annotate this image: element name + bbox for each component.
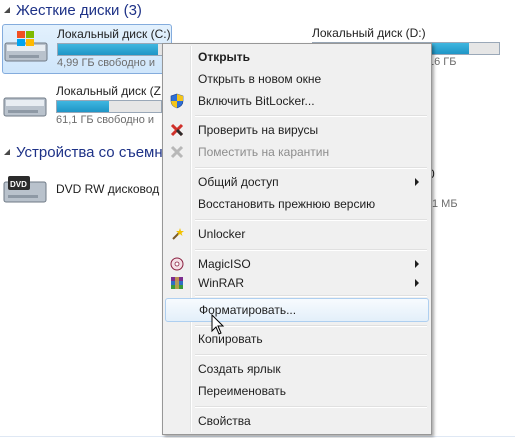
submenu-arrow-icon [415, 178, 419, 186]
drive-z[interactable]: Локальный диск (Z 61,1 ГБ свободно и [2, 82, 170, 128]
menu-item-unlocker[interactable]: Unlocker [165, 223, 429, 245]
menu-item-label: Копировать [198, 332, 263, 346]
submenu-arrow-icon [415, 279, 419, 287]
shield-icon [169, 93, 185, 109]
menu-item-label: Unlocker [198, 227, 246, 241]
hard-drive-icon [3, 97, 47, 117]
menu-item-label: Открыть [198, 50, 251, 64]
drive-c-usage-fill [58, 44, 159, 55]
menu-item-copy[interactable]: Копировать [165, 328, 429, 350]
menu-item-open[interactable]: Открыть [165, 46, 429, 68]
drive-z-name: Локальный диск (Z [56, 84, 161, 98]
menu-item-label: Создать ярлык [198, 362, 281, 376]
drive-c-name: Локальный диск (C:) [57, 27, 171, 41]
drive-z-usage-fill [57, 101, 109, 112]
quarantine-icon [169, 144, 185, 160]
removable-devices-header-label: Устройства со съемны [16, 143, 174, 161]
bottom-divider [0, 436, 515, 437]
menu-item-label: Проверить на вирусы [198, 123, 319, 137]
menu-item-label: Включить BitLocker... [198, 94, 315, 108]
dvd-drive-icon: DVD [3, 176, 47, 203]
disc-icon [169, 256, 185, 272]
winrar-icon [169, 275, 185, 291]
menu-item-label: MagicISO [198, 257, 251, 271]
menu-item-label: Поместить на карантин [198, 145, 330, 159]
menu-item-label: Открыть в новом окне [198, 72, 322, 86]
mouse-cursor-icon [211, 314, 225, 335]
menu-separator [195, 219, 427, 221]
drive-c-free: 4,99 ГБ свободно и [57, 57, 156, 69]
drive-d-name: Локальный диск (D:) [312, 26, 426, 40]
menu-item-label: WinRAR [198, 276, 245, 290]
drive-d-free: 16 ГБ [428, 56, 457, 68]
svg-text:DVD: DVD [10, 180, 27, 189]
drive-e-free: 1 МБ [432, 198, 458, 210]
hard-disks-header[interactable]: Жесткие диски (3) [0, 0, 142, 20]
menu-item-label: Общий доступ [198, 175, 279, 189]
menu-item-quarantine[interactable]: Поместить на карантин [165, 141, 429, 163]
menu-separator [195, 325, 427, 327]
drive-c[interactable]: Локальный диск (C:) 4,99 ГБ свободно и [2, 24, 172, 74]
menu-item-label: Восстановить прежнюю версию [198, 197, 376, 211]
hard-disks-header-label: Жесткие диски (3) [16, 1, 142, 19]
menu-separator [195, 167, 427, 169]
menu-item-winrar[interactable]: WinRAR [165, 272, 429, 294]
drive-c-usage-bar [57, 43, 167, 56]
menu-item-rename[interactable]: Переименовать [165, 380, 429, 402]
menu-item-scan-viruses[interactable]: Проверить на вирусы [165, 119, 429, 141]
menu-item-label: Свойства [198, 414, 251, 428]
wand-icon [169, 226, 185, 242]
dvd-drive-name: DVD RW дисковод ( [56, 182, 167, 196]
submenu-arrow-icon [415, 260, 419, 268]
antivirus-icon [169, 122, 185, 138]
menu-item-create-shortcut[interactable]: Создать ярлык [165, 358, 429, 380]
menu-item-bitlocker[interactable]: Включить BitLocker... [165, 90, 429, 112]
drive-z-usage-bar [56, 100, 162, 113]
menu-item-properties[interactable]: Свойства [165, 410, 429, 432]
menu-separator [195, 249, 427, 251]
collapse-arrow-icon[interactable] [2, 5, 12, 15]
removable-devices-header[interactable]: Устройства со съемны [0, 142, 173, 162]
menu-separator [195, 406, 427, 408]
menu-separator [195, 295, 427, 297]
menu-item-format[interactable]: Форматировать... [165, 298, 429, 322]
windows-drive-icon [4, 31, 48, 62]
context-menu: Открыть Открыть в новом окне Включить Bi… [162, 43, 432, 435]
menu-separator [195, 354, 427, 356]
menu-item-restore-version[interactable]: Восстановить прежнюю версию [165, 193, 429, 215]
menu-item-label: Переименовать [198, 384, 286, 398]
menu-item-open-new-window[interactable]: Открыть в новом окне [165, 68, 429, 90]
menu-separator [195, 115, 427, 117]
collapse-arrow-icon[interactable] [2, 147, 12, 157]
drive-z-free: 61,1 ГБ свободно и [56, 114, 155, 126]
dvd-drive[interactable]: DVD DVD RW дисковод ( [2, 166, 170, 212]
menu-item-sharing[interactable]: Общий доступ [165, 171, 429, 193]
